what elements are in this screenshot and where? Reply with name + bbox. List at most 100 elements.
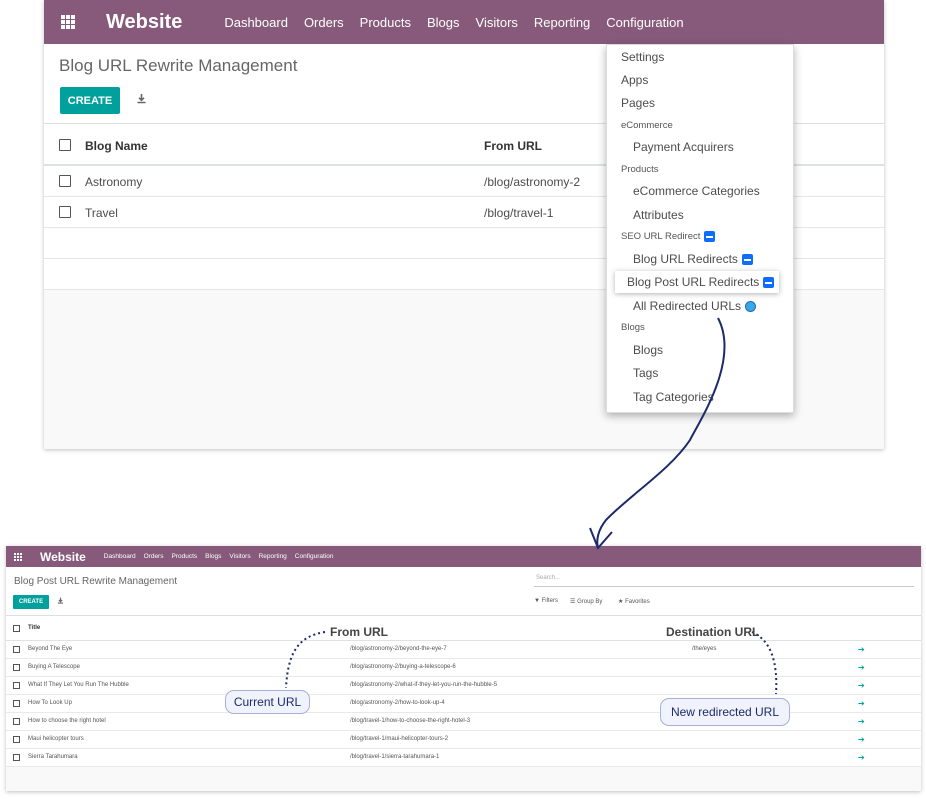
menu-blogs[interactable]: Blogs bbox=[205, 553, 221, 560]
menu-configuration[interactable]: Configuration bbox=[295, 553, 334, 560]
redirect-badge-icon bbox=[704, 231, 716, 242]
title-cell: Maui helicopter tours bbox=[28, 736, 84, 742]
menu-item-blog-post-url-redirects[interactable]: Blog Post URL Redirects bbox=[615, 271, 779, 293]
page-title: Blog URL Rewrite Management bbox=[59, 56, 298, 75]
blog-post-url-rewrite-screenshot: Website Dashboard Orders Products Blogs … bbox=[6, 546, 921, 791]
filters-button[interactable]: ▼ Filters bbox=[534, 598, 558, 604]
menu-item-pages[interactable]: Pages bbox=[621, 96, 655, 110]
from-url-cell: /blog/astronomy-2 bbox=[484, 175, 581, 189]
download-icon[interactable] bbox=[136, 93, 147, 107]
arrow-right-icon[interactable]: ➔ bbox=[858, 753, 865, 762]
row-checkbox[interactable] bbox=[59, 206, 71, 218]
title-cell: Buying A Telescope bbox=[28, 664, 80, 670]
group-by-button[interactable]: ☰ Group By bbox=[570, 598, 602, 605]
menu-visitors[interactable]: Visitors bbox=[476, 15, 518, 30]
menu-item-tags[interactable]: Tags bbox=[633, 366, 658, 380]
from-url-cell: /blog/travel-1 bbox=[484, 206, 554, 220]
app-brand: Website bbox=[40, 549, 86, 564]
control-panel: Blog Post URL Rewrite Management CREATE … bbox=[6, 567, 921, 616]
create-button[interactable]: CREATE bbox=[60, 87, 120, 114]
select-all-checkbox[interactable] bbox=[59, 139, 71, 151]
row-checkbox[interactable] bbox=[13, 664, 20, 671]
title-cell: How To Look Up bbox=[28, 700, 72, 706]
from-url-cell: /blog/travel-1/sierra-tarahumara-1 bbox=[350, 754, 440, 760]
row-checkbox[interactable] bbox=[59, 175, 71, 187]
row-checkbox[interactable] bbox=[13, 736, 20, 743]
table-row[interactable]: Sierra Tarahumara /blog/travel-1/sierra-… bbox=[6, 749, 921, 767]
menu-visitors[interactable]: Visitors bbox=[229, 553, 250, 560]
menu-item-settings[interactable]: Settings bbox=[621, 50, 664, 64]
blog-url-rewrite-screenshot: Website Dashboard Orders Products Blogs … bbox=[44, 0, 884, 449]
row-checkbox[interactable] bbox=[13, 646, 20, 653]
menu-reporting[interactable]: Reporting bbox=[534, 15, 590, 30]
new-redirected-url-bubble: New redirected URL bbox=[660, 698, 790, 726]
all-redirected-urls-label: All Redirected URLs bbox=[633, 299, 742, 313]
menu-item-attributes[interactable]: Attributes bbox=[633, 208, 684, 222]
blog-name-cell: Astronomy bbox=[85, 175, 143, 189]
menu-item-apps[interactable]: Apps bbox=[621, 73, 648, 87]
from-url-cell: /blog/astronomy-2/buying-a-telescope-6 bbox=[350, 664, 456, 670]
menu-products[interactable]: Products bbox=[360, 15, 411, 30]
menu-item-blogs[interactable]: Blogs bbox=[633, 343, 663, 357]
menu-blogs[interactable]: Blogs bbox=[427, 15, 460, 30]
menu-item-all-redirected-urls[interactable]: All Redirected URLs bbox=[633, 299, 757, 313]
table-row[interactable]: Maui helicopter tours /blog/travel-1/mau… bbox=[6, 731, 921, 749]
globe-icon bbox=[745, 301, 757, 313]
group-by-icon: ☰ bbox=[570, 599, 576, 605]
row-checkbox[interactable] bbox=[13, 718, 20, 725]
arrow-right-icon[interactable]: ➔ bbox=[858, 663, 865, 672]
arrow-right-icon[interactable]: ➔ bbox=[858, 645, 865, 654]
main-menu: Dashboard Orders Products Blogs Visitors… bbox=[104, 553, 334, 560]
current-url-bubble: Current URL bbox=[225, 690, 310, 714]
menu-dashboard[interactable]: Dashboard bbox=[224, 15, 288, 30]
menu-orders[interactable]: Orders bbox=[144, 553, 164, 560]
table-row[interactable]: What If They Let You Run The Hubble /blo… bbox=[6, 677, 921, 695]
destination-url-annotation: Destination URL bbox=[666, 625, 760, 639]
blog-post-url-redirects-label: Blog Post URL Redirects bbox=[627, 275, 760, 289]
row-checkbox[interactable] bbox=[13, 682, 20, 689]
select-all-checkbox[interactable] bbox=[13, 625, 20, 632]
arrow-right-icon[interactable]: ➔ bbox=[858, 717, 865, 726]
favorites-button[interactable]: ★ Favorites bbox=[618, 598, 650, 605]
menu-item-tag-categories[interactable]: Tag Categories bbox=[633, 390, 714, 404]
from-url-cell: /blog/travel-1/how-to-choose-the-right-h… bbox=[350, 718, 471, 724]
section-products: Products bbox=[621, 164, 659, 175]
arrow-right-icon[interactable]: ➔ bbox=[858, 699, 865, 708]
filter-icon: ▼ bbox=[534, 598, 540, 604]
title-cell: Beyond The Eye bbox=[28, 646, 73, 652]
apps-menu-icon[interactable] bbox=[61, 15, 75, 29]
row-checkbox[interactable] bbox=[13, 754, 20, 761]
menu-configuration[interactable]: Configuration bbox=[606, 15, 683, 30]
seo-url-redirect-label: SEO URL Redirect bbox=[621, 231, 701, 243]
search-input[interactable]: Search... bbox=[534, 575, 914, 587]
table-row[interactable]: Beyond The Eye /blog/astronomy-2/beyond-… bbox=[6, 641, 921, 659]
arrow-right-icon[interactable]: ➔ bbox=[858, 681, 865, 690]
row-checkbox[interactable] bbox=[13, 700, 20, 707]
column-blog-name[interactable]: Blog Name bbox=[85, 139, 148, 153]
menu-item-blog-url-redirects[interactable]: Blog URL Redirects bbox=[633, 252, 753, 266]
menu-orders[interactable]: Orders bbox=[304, 15, 344, 30]
from-url-cell: /blog/astronomy-2/how-to-look-up-4 bbox=[350, 700, 445, 706]
search-placeholder: Search... bbox=[536, 575, 561, 581]
menu-item-payment-acquirers[interactable]: Payment Acquirers bbox=[633, 140, 734, 154]
menu-dashboard[interactable]: Dashboard bbox=[104, 553, 136, 560]
column-from-url[interactable]: From URL bbox=[484, 139, 542, 153]
from-url-cell: /blog/astronomy-2/beyond-the-eye-7 bbox=[350, 646, 447, 652]
section-seo-url-redirect: SEO URL Redirect bbox=[621, 231, 716, 243]
download-icon[interactable] bbox=[57, 597, 64, 606]
title-cell: How to choose the right hotel bbox=[28, 718, 106, 724]
arrow-right-icon[interactable]: ➔ bbox=[858, 735, 865, 744]
favorites-label: Favorites bbox=[625, 599, 650, 605]
blog-url-redirects-label: Blog URL Redirects bbox=[633, 252, 738, 266]
menu-item-ecommerce-categories[interactable]: eCommerce Categories bbox=[633, 184, 760, 198]
main-menu: Dashboard Orders Products Blogs Visitors… bbox=[224, 15, 683, 30]
top-navbar: Website Dashboard Orders Products Blogs … bbox=[6, 546, 921, 567]
menu-reporting[interactable]: Reporting bbox=[259, 553, 287, 560]
menu-products[interactable]: Products bbox=[171, 553, 197, 560]
create-button[interactable]: CREATE bbox=[13, 595, 49, 609]
blog-name-cell: Travel bbox=[85, 206, 118, 220]
apps-menu-icon[interactable] bbox=[14, 552, 22, 561]
page-title: Blog Post URL Rewrite Management bbox=[14, 576, 178, 587]
table-row[interactable]: Buying A Telescope /blog/astronomy-2/buy… bbox=[6, 659, 921, 677]
column-title[interactable]: Title bbox=[28, 625, 40, 631]
